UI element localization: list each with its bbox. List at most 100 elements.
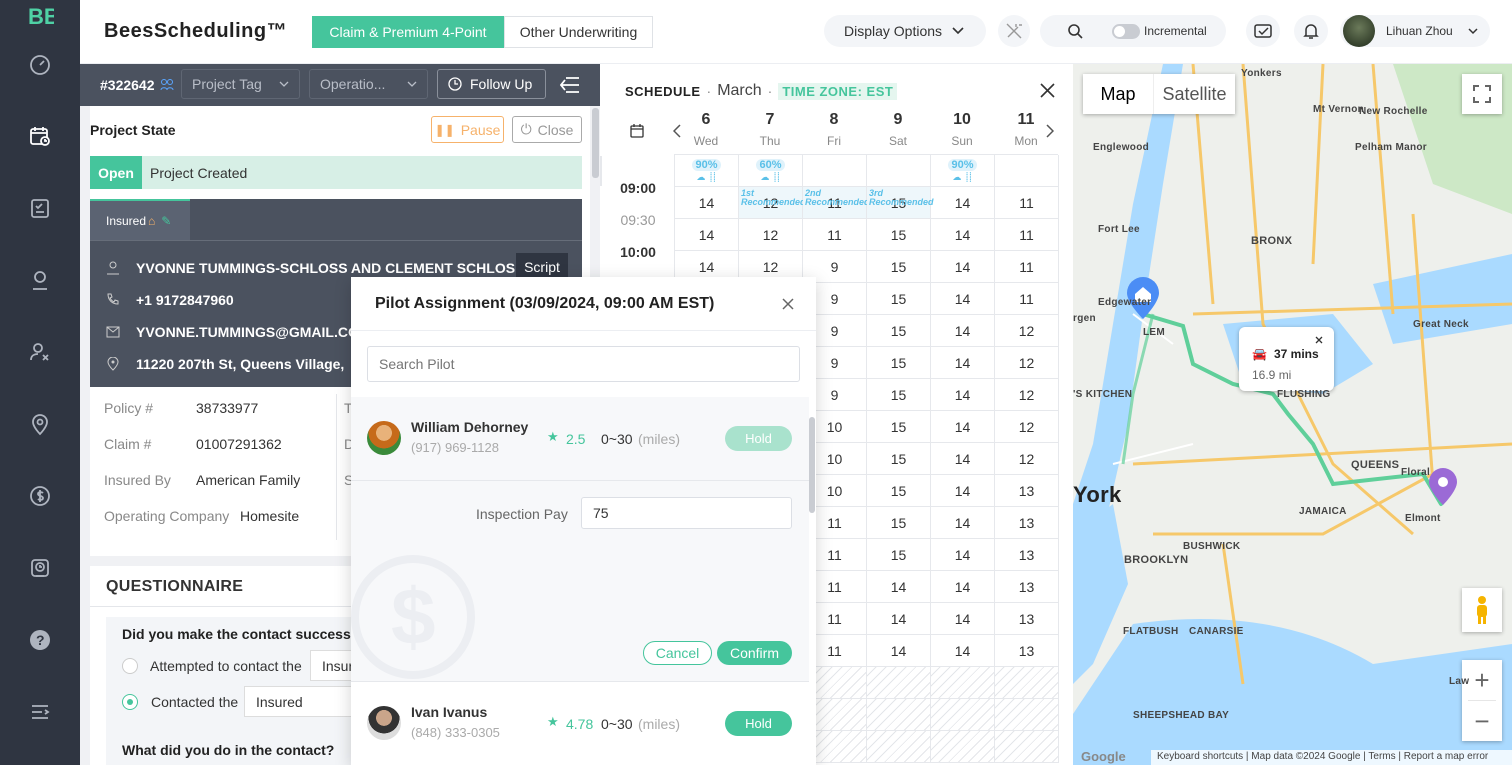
availability-cell[interactable]: 11 (995, 251, 1059, 283)
bees-logo-icon[interactable]: BB (24, 0, 56, 32)
availability-cell[interactable]: 14 (931, 507, 995, 539)
radio-contacted[interactable] (122, 694, 138, 710)
availability-cell[interactable]: 14 (931, 187, 995, 219)
cancel-button[interactable]: Cancel (643, 641, 712, 665)
pilot-name[interactable]: William Dehorney (411, 419, 528, 435)
availability-cell[interactable]: 15 (867, 219, 931, 251)
search-icon[interactable] (1067, 23, 1083, 39)
availability-cell[interactable]: 14 (867, 571, 931, 603)
inspection-pay-input[interactable] (581, 497, 792, 529)
availability-cell[interactable]: 15 (867, 379, 931, 411)
user-menu[interactable]: Lihuan Zhou (1340, 15, 1490, 47)
availability-cell[interactable]: 13 (995, 571, 1059, 603)
select-contacted-target[interactable]: Insured (244, 686, 364, 717)
availability-cell[interactable]: 14 (931, 315, 995, 347)
mail-icon[interactable] (1246, 15, 1280, 47)
location-icon[interactable] (24, 408, 56, 440)
pilot-location-marker-icon[interactable] (1427, 466, 1459, 506)
availability-cell[interactable]: 11 (803, 219, 867, 251)
availability-cell[interactable]: 14 (867, 603, 931, 635)
radio-attempted[interactable] (122, 658, 138, 674)
tab-insured[interactable]: Insured ⌂ ✎ (90, 199, 190, 240)
close-popup-icon[interactable] (1315, 336, 1323, 344)
availability-cell[interactable]: 15 (867, 411, 931, 443)
follow-up-button[interactable]: Follow Up (437, 69, 546, 99)
fullscreen-icon[interactable] (1462, 74, 1502, 114)
panel-scrollbar[interactable] (592, 108, 599, 178)
tab-other-underwriting[interactable]: Other Underwriting (504, 16, 653, 48)
availability-cell[interactable]: 14 (675, 219, 739, 251)
schedule-icon[interactable] (24, 120, 56, 152)
collapse-menu-icon[interactable] (24, 696, 56, 728)
availability-cell[interactable]: 13 (995, 475, 1059, 507)
availability-cell[interactable]: 12 (739, 219, 803, 251)
availability-cell[interactable]: 14 (931, 283, 995, 315)
availability-cell[interactable]: 11 (995, 283, 1059, 315)
tab-map[interactable]: Map (1083, 74, 1153, 114)
availability-cell[interactable]: 11 (995, 219, 1059, 251)
availability-cell[interactable]: 15 (867, 347, 931, 379)
pilot-icon[interactable] (24, 336, 56, 368)
confirm-button[interactable]: Confirm (717, 641, 792, 665)
availability-cell[interactable]: 14 (931, 603, 995, 635)
close-schedule-icon[interactable] (1040, 83, 1055, 98)
availability-cell[interactable]: 13 (995, 539, 1059, 571)
team-icon[interactable] (160, 78, 174, 92)
billing-icon[interactable] (24, 480, 56, 512)
modal-scrollbar[interactable] (809, 417, 815, 513)
availability-cell[interactable]: 14 (931, 443, 995, 475)
pilot-name[interactable]: Ivan Ivanus (411, 704, 487, 720)
display-options-dropdown[interactable]: Display Options (824, 15, 986, 47)
availability-cell[interactable]: 13 (995, 603, 1059, 635)
insured-phone[interactable]: +1 9172847960 (136, 292, 234, 308)
map-canvas[interactable] (1073, 64, 1512, 765)
availability-cell[interactable]: 13 (995, 507, 1059, 539)
operation-select[interactable]: Operatio... (309, 69, 428, 99)
availability-cell[interactable]: 14 (931, 347, 995, 379)
availability-cell[interactable]: 15 (867, 283, 931, 315)
hold-button[interactable]: Hold (725, 711, 792, 736)
availability-cell[interactable]: 13 (995, 635, 1059, 667)
availability-cell[interactable]: 15 3rd Recommended (867, 187, 934, 219)
pause-button[interactable]: ❚❚ Pause (431, 116, 504, 143)
availability-cell[interactable]: 14 (931, 251, 995, 283)
project-tag-select[interactable]: Project Tag (181, 69, 300, 99)
map-view[interactable]: Map Satellite 🚘 37 mins 16.9 mi + − Yonk… (1073, 64, 1512, 765)
availability-cell[interactable]: 14 (931, 571, 995, 603)
history-icon[interactable] (24, 552, 56, 584)
user-icon[interactable] (24, 264, 56, 296)
availability-cell[interactable]: 15 (867, 539, 931, 571)
hold-button[interactable]: Hold (725, 426, 792, 451)
availability-cell[interactable]: 12 1st Recommended (739, 187, 806, 219)
script-button[interactable]: Script (516, 253, 568, 280)
close-modal-icon[interactable] (782, 298, 794, 310)
availability-cell[interactable]: 15 (867, 315, 931, 347)
street-view-pegman-icon[interactable] (1462, 588, 1502, 632)
availability-cell[interactable]: 12 (995, 411, 1059, 443)
incremental-toggle[interactable] (1112, 24, 1140, 39)
availability-cell[interactable]: 14 (931, 219, 995, 251)
availability-cell[interactable]: 14 (867, 635, 931, 667)
collapse-panel-icon[interactable] (560, 76, 580, 94)
tab-claim-premium[interactable]: Claim & Premium 4-Point (312, 16, 504, 48)
availability-cell[interactable]: 15 (867, 507, 931, 539)
availability-cell[interactable]: 14 (931, 539, 995, 571)
close-project-button[interactable]: ⏻ Close (512, 116, 582, 143)
edit-icon[interactable]: ✎ (161, 214, 171, 228)
availability-cell[interactable]: 14 (931, 635, 995, 667)
availability-cell[interactable]: 12 (995, 379, 1059, 411)
help-icon[interactable]: ? (24, 624, 56, 656)
calendar-icon[interactable] (629, 123, 645, 139)
availability-cell[interactable]: 11 2nd Recommended (803, 187, 870, 219)
magic-wand-icon[interactable] (998, 15, 1030, 47)
dashboard-icon[interactable] (24, 48, 56, 80)
availability-cell[interactable]: 12 (995, 347, 1059, 379)
availability-cell[interactable]: 14 (931, 475, 995, 507)
availability-cell[interactable]: 12 (995, 315, 1059, 347)
task-icon[interactable] (24, 192, 56, 224)
availability-cell[interactable]: 14 (931, 379, 995, 411)
insured-email[interactable]: YVONNE.TUMMINGS@GMAIL.CO (136, 324, 359, 340)
tab-satellite[interactable]: Satellite (1153, 74, 1235, 114)
zoom-out-icon[interactable]: − (1462, 701, 1502, 741)
availability-cell[interactable]: 11 (995, 187, 1059, 219)
